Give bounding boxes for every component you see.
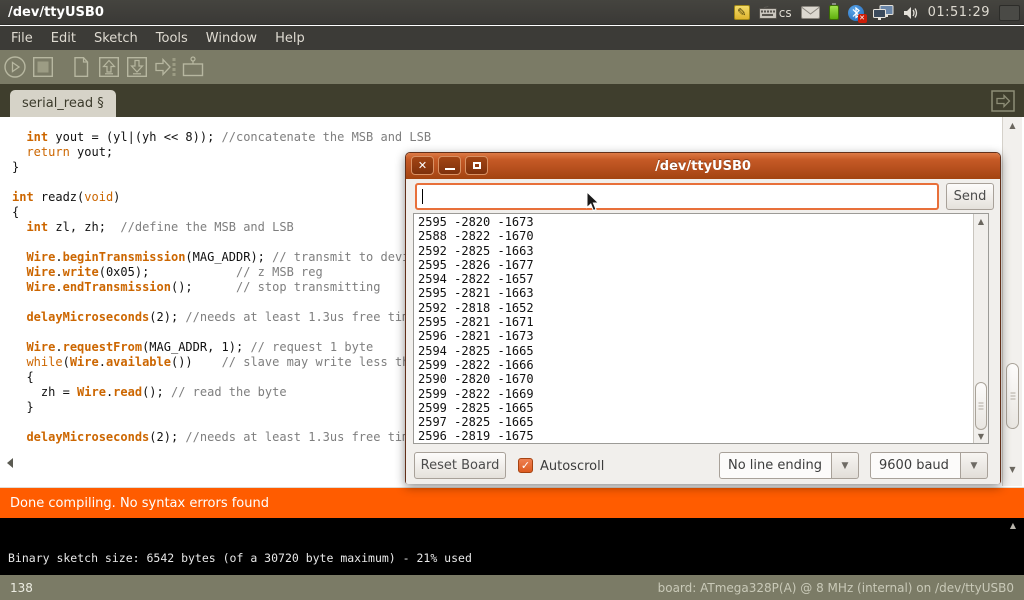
open-sketch-button[interactable]: [96, 54, 122, 80]
save-sketch-button[interactable]: [124, 54, 150, 80]
stop-icon: [31, 55, 55, 79]
serial-output-area[interactable]: 2595 -2820 -1673 2588 -2822 -1670 2592 -…: [413, 213, 989, 444]
autoscroll-checkbox[interactable]: ✓: [518, 458, 533, 473]
menu-tools[interactable]: Tools: [147, 28, 197, 49]
tab-serial-read[interactable]: serial_read §: [10, 90, 116, 117]
keyboard-layout-icon[interactable]: cs: [759, 0, 792, 25]
console[interactable]: Binary sketch size: 6542 bytes (of a 307…: [0, 518, 1024, 575]
footer-status-bar: 138 board: ATmega328P(A) @ 8 MHz (intern…: [0, 575, 1024, 600]
hscroll-left-arrow-icon[interactable]: [7, 458, 13, 468]
tab-bar: serial_read §: [0, 84, 1024, 117]
baud-rate-dropdown-arrow[interactable]: ▼: [961, 452, 988, 479]
save-down-arrow-icon: [125, 55, 149, 79]
close-icon: ✕: [418, 160, 427, 171]
minimize-button[interactable]: [438, 156, 461, 175]
tab-label: serial_read §: [22, 96, 104, 111]
keyboard-icon: [759, 6, 777, 19]
bluetooth-icon[interactable]: ✕: [848, 0, 864, 25]
new-sketch-button[interactable]: [68, 54, 94, 80]
serial-vscrollbar[interactable]: ▲ ▼: [973, 214, 988, 443]
serial-monitor-window: ✕ /dev/ttyUSB0 Send 2595 -2820 -1673 258…: [405, 152, 1001, 484]
editor-vscrollbar[interactable]: ▲ ▼: [1002, 117, 1022, 486]
upload-button[interactable]: [152, 54, 178, 80]
send-button[interactable]: Send: [946, 183, 994, 210]
screen: /dev/ttyUSB0 ✎ cs ✕: [0, 0, 1024, 600]
serial-scroll-down-icon[interactable]: ▼: [974, 432, 988, 441]
text-caret: [422, 189, 423, 204]
top-panel: /dev/ttyUSB0 ✎ cs ✕: [0, 0, 1024, 25]
console-output: Binary sketch size: 6542 bytes (of a 307…: [8, 551, 472, 565]
scroll-up-icon[interactable]: ▲: [1003, 121, 1022, 130]
network-icon[interactable]: [873, 0, 894, 25]
close-button[interactable]: ✕: [411, 156, 434, 175]
menu-bar: File Edit Sketch Tools Window Help: [0, 26, 1024, 50]
tab-menu-button[interactable]: [991, 90, 1015, 116]
baud-rate-select[interactable]: 9600 baud: [870, 452, 961, 479]
serial-monitor-titlebar[interactable]: ✕ /dev/ttyUSB0: [406, 153, 1000, 179]
reset-board-button[interactable]: Reset Board: [414, 452, 506, 479]
serial-output[interactable]: 2595 -2820 -1673 2588 -2822 -1670 2592 -…: [418, 215, 534, 444]
serial-scroll-thumb[interactable]: [975, 382, 987, 430]
compile-status-bar: Done compiling. No syntax errors found: [0, 487, 1024, 518]
serial-monitor-body: Send 2595 -2820 -1673 2588 -2822 -1670 2…: [406, 179, 1000, 484]
keyboard-layout-label: cs: [779, 6, 792, 20]
serial-monitor-button[interactable]: [180, 54, 206, 80]
battery-icon[interactable]: [829, 0, 839, 25]
line-ending-select[interactable]: No line ending: [719, 452, 832, 479]
menu-window[interactable]: Window: [197, 28, 266, 49]
tab-menu-arrow-icon: [991, 90, 1015, 112]
console-scroll-up-icon[interactable]: ▲: [1010, 521, 1016, 530]
maximize-icon: [473, 162, 481, 169]
bluetooth-off-badge: ✕: [858, 14, 867, 23]
stop-button[interactable]: [30, 54, 56, 80]
new-file-icon: [69, 55, 93, 79]
volume-icon[interactable]: [903, 0, 919, 25]
window-title: /dev/ttyUSB0: [8, 5, 104, 20]
serial-input[interactable]: [415, 183, 939, 210]
menu-sketch[interactable]: Sketch: [85, 28, 147, 49]
upload-right-arrow-icon: [152, 55, 178, 79]
editor-scroll-thumb[interactable]: [1006, 363, 1019, 429]
menu-help[interactable]: Help: [266, 28, 314, 49]
autoscroll-label: Autoscroll: [540, 459, 604, 474]
clock[interactable]: 01:51:29: [928, 5, 990, 20]
session-icon[interactable]: [999, 0, 1020, 25]
board-info: board: ATmega328P(A) @ 8 MHz (internal) …: [658, 581, 1014, 595]
notes-icon[interactable]: ✎: [734, 0, 750, 25]
verify-play-icon: [3, 55, 27, 79]
mouse-cursor: [586, 191, 600, 216]
serial-monitor-title: /dev/ttyUSB0: [655, 159, 751, 174]
ide-toolbar: [0, 50, 1024, 84]
serial-scroll-up-icon[interactable]: ▲: [974, 217, 988, 226]
serial-monitor-icon: [180, 55, 206, 79]
open-up-arrow-icon: [97, 55, 121, 79]
serial-monitor-controls: Reset Board ✓ Autoscroll No line ending …: [406, 449, 1000, 484]
minimize-icon: [445, 168, 455, 170]
maximize-button[interactable]: [465, 156, 488, 175]
line-number: 138: [10, 581, 33, 595]
scroll-down-icon[interactable]: ▼: [1003, 465, 1022, 474]
mail-icon[interactable]: [801, 0, 820, 25]
system-tray: ✎ cs ✕: [734, 0, 1020, 25]
verify-button[interactable]: [2, 54, 28, 80]
compile-status-message: Done compiling. No syntax errors found: [10, 496, 269, 511]
menu-edit[interactable]: Edit: [42, 28, 85, 49]
menu-file[interactable]: File: [2, 28, 42, 49]
line-ending-dropdown-arrow[interactable]: ▼: [832, 452, 859, 479]
